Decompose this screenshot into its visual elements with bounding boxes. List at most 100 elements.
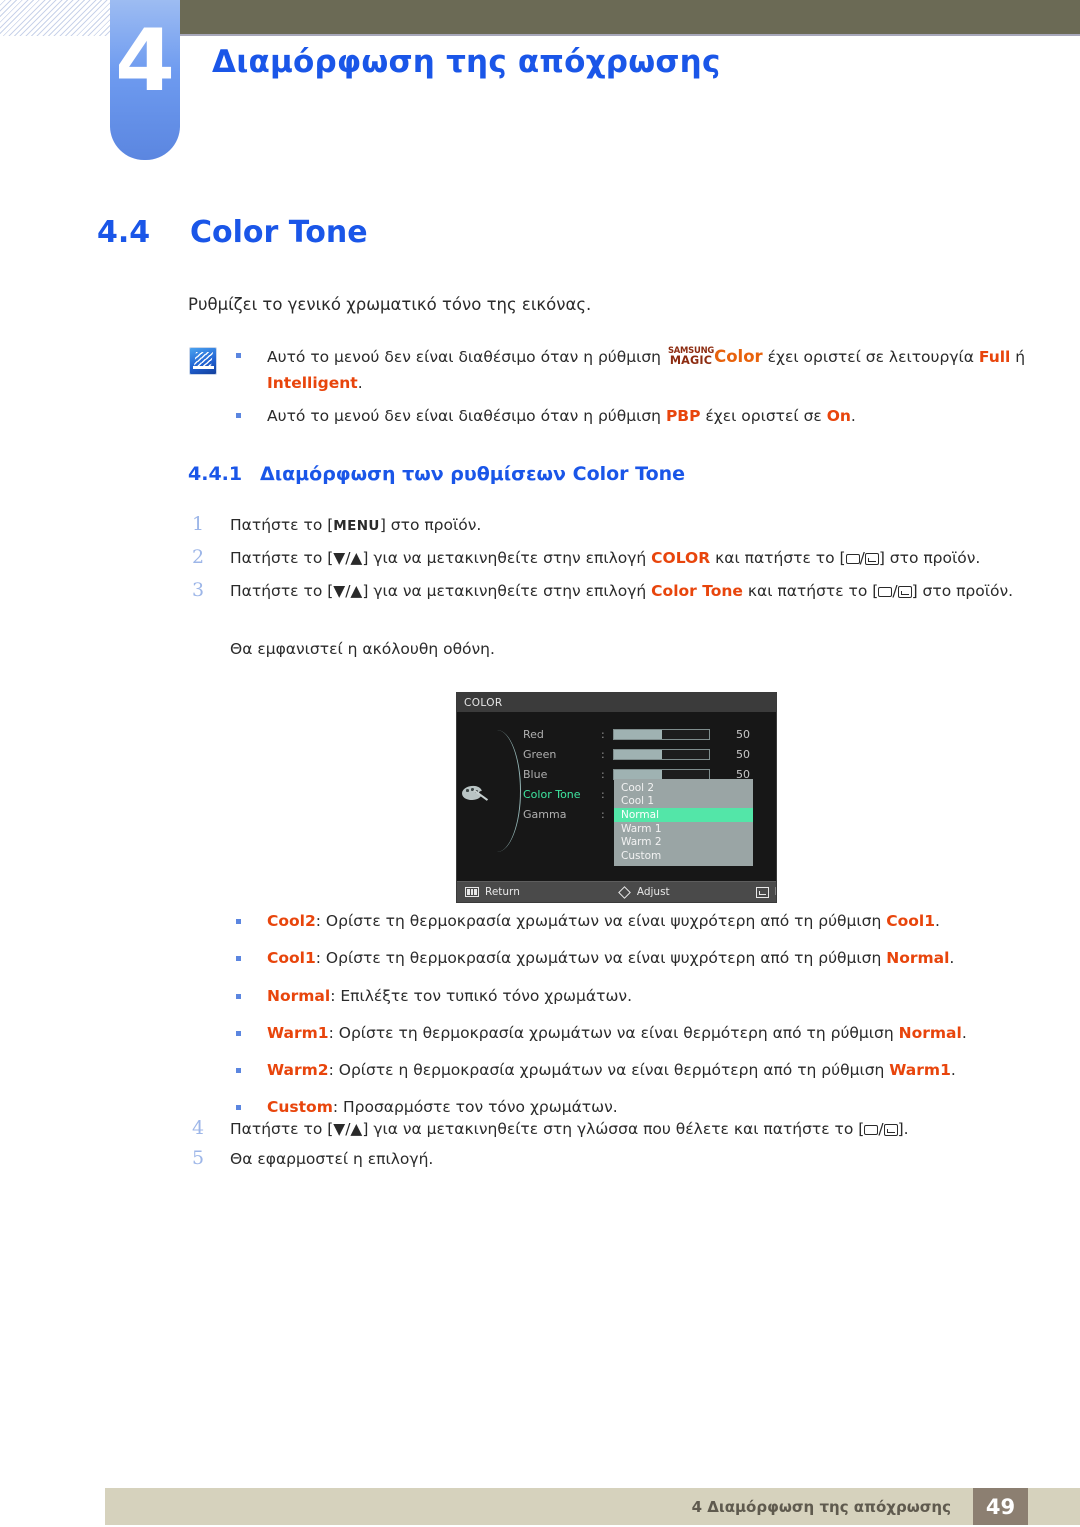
tone-ref: Normal	[886, 949, 950, 968]
tone-post: .	[935, 912, 940, 930]
step-text-mid: και πατήστε το [	[710, 549, 846, 568]
palette-dot	[466, 789, 469, 792]
tone-item-warm1: Warm1: Ορίστε τη θερμοκρασία χρωμάτων να…	[236, 1022, 1036, 1045]
key-enter-icon	[883, 1124, 898, 1136]
bullet-square-icon	[236, 1068, 241, 1073]
step-text-post: ].	[897, 1120, 909, 1138]
osd-screenshot: COLOR Red : 50 Green : 50 Blue: 50 Colo…	[456, 692, 777, 903]
note-highlight-on: On	[826, 406, 851, 425]
tone-desc: : Ορίστε τη θερμοκρασία χρωμάτων να είνα…	[328, 1023, 899, 1042]
osd-colon: :	[601, 787, 605, 801]
step-text-pre: Πατήστε το [▼/▲] για να μετακινηθείτε στ…	[230, 549, 652, 568]
tone-item-cool1: Cool1: Ορίστε τη θερμοκρασία χρωμάτων να…	[236, 947, 1036, 970]
step-text-pre: Πατήστε το [	[230, 516, 334, 534]
notes-list: Αυτό το μενού δεν είναι διαθέσιμο όταν η…	[236, 344, 1036, 437]
bullet-square-icon	[236, 1030, 241, 1036]
tone-post: .	[949, 949, 955, 968]
section-title: Color Tone	[190, 215, 368, 250]
intro-paragraph: Ρυθμίζει το γενικό χρωματικό τόνο της ει…	[188, 295, 592, 314]
tone-desc: : Προσαρμόστε τον τόνο χρωμάτων.	[332, 1098, 618, 1117]
subsection-title: Διαμόρφωση των ρυθμίσεων Color Tone	[260, 463, 686, 485]
step-text-post: ] στο προϊόν.	[379, 516, 482, 534]
step-item: 4 Πατήστε το [▼/▲] για να μετακινηθείτε …	[192, 1117, 1037, 1141]
osd-enter-action[interactable]: Enter	[755, 886, 776, 898]
osd-row-red[interactable]: Red : 50	[523, 724, 773, 744]
note-text: Αυτό το μενού δεν είναι διαθέσιμο όταν η…	[267, 344, 1036, 396]
bullet-square-icon	[236, 919, 241, 924]
tone-ref: Cool1	[886, 912, 935, 930]
tone-desc: : Ορίστε τη θερμοκρασία χρωμάτων να είνα…	[315, 912, 887, 930]
step-text: Πατήστε το [▼/▲] για να μετακινηθείτε στ…	[230, 549, 981, 568]
key-source-icon	[878, 587, 893, 598]
dropdown-item-cool1[interactable]: Cool 1	[614, 795, 753, 809]
screen-appears-note: Θα εμφανιστεί η ακόλουθη οθόνη.	[230, 640, 495, 658]
tone-text: Normal: Επιλέξτε τον τυπικό τόνο χρωμάτω…	[267, 985, 632, 1008]
tone-text: Cool2: Ορίστε τη θερμοκρασία χρωμάτων να…	[267, 910, 940, 933]
step-text: Θα εφαρμοστεί η επιλογή.	[230, 1150, 434, 1169]
note-text-mid2: ή	[1010, 348, 1026, 366]
osd-slider-green[interactable]	[613, 748, 710, 760]
bullet-square-icon	[236, 1105, 241, 1111]
step-text-pre: Πατήστε το [▼/▲] για να μετακινηθείτε στ…	[230, 1120, 865, 1138]
key-source-icon	[864, 1125, 879, 1135]
step-item: 2 Πατήστε το [▼/▲] για να μετακινηθείτε …	[192, 546, 1037, 570]
step-number: 4	[192, 1117, 205, 1139]
bullet-square-icon	[236, 956, 241, 962]
note-text-post: .	[357, 373, 363, 392]
subsection-number: 4.4.1	[188, 463, 243, 485]
section-number: 4.4	[97, 215, 151, 250]
osd-return-action[interactable]: Return	[465, 886, 520, 898]
tone-item-warm2: Warm2: Ορίστε η θερμοκρασία χρωμάτων να …	[236, 1059, 1036, 1082]
step-number: 2	[192, 546, 205, 569]
bullet-square-icon	[236, 353, 241, 358]
tone-item-custom: Custom: Προσαρμόστε τον τόνο χρωμάτων.	[236, 1096, 1036, 1119]
tone-post: .	[961, 1023, 967, 1042]
note-text-mid: έχει οριστεί σε λειτουργία	[762, 348, 979, 366]
chapter-header-band	[180, 0, 1080, 36]
dropdown-item-custom[interactable]: Custom	[614, 849, 753, 863]
note-item: Αυτό το μενού δεν είναι διαθέσιμο όταν η…	[236, 404, 1036, 429]
osd-value: 50	[736, 747, 750, 761]
enter-icon	[755, 886, 769, 898]
osd-adjust-action[interactable]: Adjust	[617, 885, 670, 899]
step-text-post: ] στο προϊόν.	[878, 549, 981, 568]
osd-footer-bar: Return Adjust Enter	[457, 881, 776, 902]
note-pen-icon	[189, 347, 217, 375]
note-item: Αυτό το μενού δεν είναι διαθέσιμο όταν η…	[236, 344, 1036, 396]
step-text: Πατήστε το [▼/▲] για να μετακινηθείτε στ…	[230, 582, 1014, 601]
step-highlight-colortone: Color Tone	[651, 582, 743, 601]
tone-desc: : Ορίστε η θερμοκρασία χρωμάτων να είναι…	[328, 1061, 890, 1079]
tone-text: Custom: Προσαρμόστε τον τόνο χρωμάτων.	[267, 1096, 618, 1119]
chapter-title: Διαμόρφωση της απόχρωσης	[212, 44, 721, 80]
osd-row-green[interactable]: Green : 50	[523, 744, 773, 764]
step-text-post: ] στο προϊόν.	[911, 582, 1014, 601]
color-tone-dropdown[interactable]: Cool 2 Cool 1 Normal Warm 1 Warm 2 Custo…	[614, 779, 753, 866]
osd-enter-label: Enter	[775, 886, 776, 898]
dropdown-item-warm1[interactable]: Warm 1	[614, 822, 753, 836]
dropdown-item-cool2[interactable]: Cool 2	[614, 781, 753, 795]
samsung-magic-logo: SAMSUNG MAGIC	[668, 346, 714, 366]
menu-icon	[465, 887, 479, 897]
dropdown-item-normal[interactable]: Normal	[614, 808, 753, 822]
osd-slider-fill	[614, 769, 662, 779]
key-menu-label: MENU	[333, 518, 380, 534]
osd-colon: :	[601, 727, 605, 741]
step-item: 1 Πατήστε το [MENU] στο προϊόν.	[192, 513, 1037, 537]
key-enter-icon	[864, 553, 879, 566]
brand-color-word: Color	[714, 347, 763, 366]
steps-list: 1 Πατήστε το [MENU] στο προϊόν. 2 Πατήστ…	[192, 513, 1037, 612]
tone-desc: : Ορίστε τη θερμοκρασία χρωμάτων να είνα…	[315, 949, 887, 968]
palette-icon	[461, 784, 489, 804]
step-number: 1	[192, 513, 205, 535]
osd-slider-red[interactable]	[613, 728, 710, 740]
page-number-badge: 49	[973, 1488, 1028, 1525]
footer-chapter-label: 4 Διαμόρφωση της απόχρωσης	[691, 1497, 951, 1516]
tone-text: Warm1: Ορίστε τη θερμοκρασία χρωμάτων να…	[267, 1022, 967, 1045]
osd-slider-blue[interactable]	[613, 768, 710, 780]
step-text: Πατήστε το [▼/▲] για να μετακινηθείτε στ…	[230, 1120, 909, 1138]
tone-name: Warm1	[267, 1023, 329, 1042]
dropdown-item-warm2[interactable]: Warm 2	[614, 835, 753, 849]
note-text-mid: έχει οριστεί σε	[700, 406, 827, 425]
osd-label: Red	[523, 727, 544, 741]
step-text-pre: Πατήστε το [▼/▲] για να μετακινηθείτε στ…	[230, 582, 652, 601]
